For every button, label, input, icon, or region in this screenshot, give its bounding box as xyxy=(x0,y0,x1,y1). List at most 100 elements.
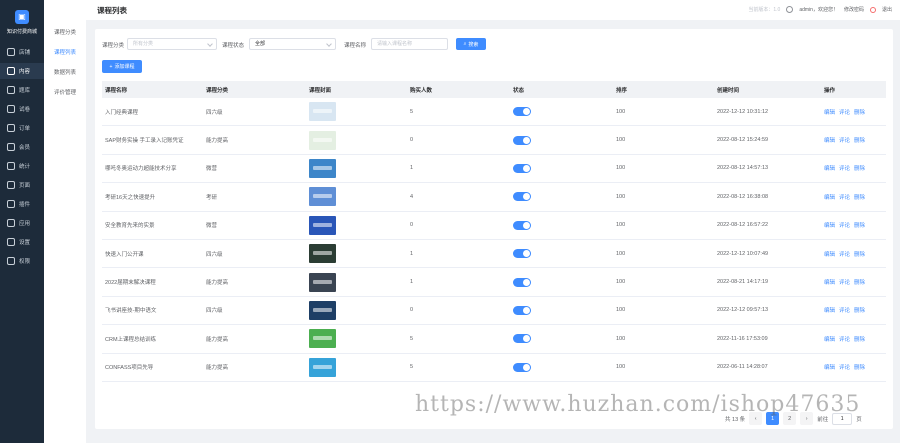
col-created: 创建时间 xyxy=(717,87,740,94)
edit-link[interactable]: 编辑 xyxy=(824,110,835,116)
course-name-cell: 飞书讲座技-期中语文 xyxy=(105,308,157,315)
status-toggle[interactable] xyxy=(513,107,531,117)
rail-item-question-bank[interactable]: 题库 xyxy=(0,82,44,98)
page-1-button[interactable]: 1 xyxy=(766,412,780,425)
rail-item-shield[interactable]: 权限 xyxy=(0,253,44,269)
edit-link[interactable]: 编辑 xyxy=(824,337,835,343)
rail-item-app[interactable]: 应用 xyxy=(0,215,44,231)
next-page-button[interactable]: › xyxy=(800,412,814,425)
rail-item-stats[interactable]: 统计 xyxy=(0,158,44,174)
category-cell: 四六级 xyxy=(206,109,223,116)
subnav-course-category[interactable]: 课程分类 xyxy=(54,28,76,36)
status-toggle[interactable] xyxy=(513,220,531,230)
actions-cell: 编辑 评论 删除 xyxy=(824,335,886,343)
edit-link[interactable]: 编辑 xyxy=(824,195,835,201)
course-name-cell: 快速入门公开课 xyxy=(105,251,144,258)
delete-link[interactable]: 删除 xyxy=(854,280,865,286)
status-cell xyxy=(513,220,616,230)
comment-link[interactable]: 评论 xyxy=(839,337,850,343)
course-name-input[interactable]: 请输入课程名称 xyxy=(371,38,448,50)
delete-link[interactable]: 删除 xyxy=(854,337,865,343)
page-icon xyxy=(7,181,15,189)
status-toggle[interactable] xyxy=(513,163,531,173)
rail-item-plugin[interactable]: 插件 xyxy=(0,196,44,212)
goto-page-input[interactable]: 1 xyxy=(832,412,853,425)
buyers-cell: 0 xyxy=(410,222,414,229)
status-cell xyxy=(513,135,616,145)
comment-link[interactable]: 评论 xyxy=(839,280,850,286)
edit-link[interactable]: 编辑 xyxy=(824,223,835,229)
rail-item-member[interactable]: 会员 xyxy=(0,139,44,155)
buyers-cell: 5 xyxy=(410,335,414,342)
rail-item-order[interactable]: 订单 xyxy=(0,120,44,136)
edit-link[interactable]: 编辑 xyxy=(824,365,835,371)
subnav-course-list[interactable]: 课程列表 xyxy=(54,48,76,56)
subnav-review-manage[interactable]: 评价管理 xyxy=(54,88,76,96)
status-cell xyxy=(513,305,616,315)
status-filter-label: 课程状态 xyxy=(222,43,245,49)
comment-link[interactable]: 评论 xyxy=(839,110,850,116)
subnav-data-list[interactable]: 数据列表 xyxy=(54,68,76,76)
table-row: 2022届期末解决课程 能力提高 1 100 2022-08-21 14:17:19 编辑… xyxy=(102,268,886,297)
logout-link[interactable]: 退出 xyxy=(882,6,892,13)
edit-link[interactable]: 编辑 xyxy=(824,166,835,172)
delete-link[interactable]: 删除 xyxy=(854,195,865,201)
rail-item-label: 设置 xyxy=(19,240,31,246)
rail-item-content[interactable]: 内容 xyxy=(0,63,44,79)
comment-link[interactable]: 评论 xyxy=(839,223,850,229)
delete-link[interactable]: 删除 xyxy=(854,308,865,314)
add-course-label: 添加课程 xyxy=(114,64,135,70)
actions-cell: 编辑 评论 删除 xyxy=(824,136,886,144)
rail-item-label: 插件 xyxy=(19,202,31,208)
created-cell: 2022-12-12 10:07:49 xyxy=(717,250,769,257)
actions-cell: 编辑 评论 删除 xyxy=(824,250,886,258)
delete-link[interactable]: 删除 xyxy=(854,138,865,144)
delete-link[interactable]: 删除 xyxy=(854,365,865,371)
edit-link[interactable]: 编辑 xyxy=(824,252,835,258)
add-course-button[interactable]: + 添加课程 xyxy=(102,60,142,73)
status-toggle[interactable] xyxy=(513,135,531,145)
comment-link[interactable]: 评论 xyxy=(839,365,850,371)
rail-item-paper[interactable]: 试卷 xyxy=(0,101,44,117)
comment-link[interactable]: 评论 xyxy=(839,195,850,201)
delete-link[interactable]: 删除 xyxy=(854,223,865,229)
category-cell: 四六级 xyxy=(206,251,223,258)
status-toggle[interactable] xyxy=(513,305,531,315)
edit-link[interactable]: 编辑 xyxy=(824,138,835,144)
cover-cell xyxy=(309,187,410,207)
rail-item-gear[interactable]: 设置 xyxy=(0,234,44,250)
comment-link[interactable]: 评论 xyxy=(839,252,850,258)
rail-item-page[interactable]: 页面 xyxy=(0,177,44,193)
created-cell: 2022-12-12 10:31:12 xyxy=(717,108,769,115)
comment-link[interactable]: 评论 xyxy=(839,166,850,172)
brand-name: 知识付费商城 xyxy=(6,29,37,35)
search-icon: ⌕ xyxy=(463,41,467,47)
page-2-button[interactable]: 2 xyxy=(783,412,797,425)
category-select-placeholder: 所有分类 xyxy=(133,41,154,47)
delete-link[interactable]: 删除 xyxy=(854,110,865,116)
status-toggle[interactable] xyxy=(513,362,531,372)
edit-link[interactable]: 编辑 xyxy=(824,280,835,286)
change-password-link[interactable]: 修改密码 xyxy=(844,6,864,13)
status-toggle[interactable] xyxy=(513,249,531,259)
order-icon xyxy=(7,124,15,132)
status-cell xyxy=(513,107,616,117)
comment-link[interactable]: 评论 xyxy=(839,308,850,314)
table-row: CRM上课程总结训练 能力提高 5 100 2022-11-16 17:53:09 编辑评… xyxy=(102,325,886,354)
status-toggle[interactable] xyxy=(513,277,531,287)
rail-item-shop[interactable]: 店铺 xyxy=(0,44,44,60)
status-toggle[interactable] xyxy=(513,192,531,202)
search-button[interactable]: ⌕ 搜索 xyxy=(456,38,486,50)
status-toggle[interactable] xyxy=(513,334,531,344)
status-select[interactable]: 全部 xyxy=(249,38,336,50)
delete-link[interactable]: 删除 xyxy=(854,252,865,258)
category-cell: 四六级 xyxy=(206,308,223,315)
actions-cell: 编辑 评论 删除 xyxy=(824,108,886,116)
main-sidebar: ▣ 知识付费商城 店铺 内容 题库 试卷 订单 会员 统计 页面 插件 应用 设置 权限 xyxy=(0,0,44,443)
prev-page-button[interactable]: ‹ xyxy=(749,412,763,425)
delete-link[interactable]: 删除 xyxy=(854,166,865,172)
edit-link[interactable]: 编辑 xyxy=(824,308,835,314)
comment-link[interactable]: 评论 xyxy=(839,138,850,144)
category-select[interactable]: 所有分类 xyxy=(127,38,217,50)
buyers-cell: 0 xyxy=(410,137,414,144)
